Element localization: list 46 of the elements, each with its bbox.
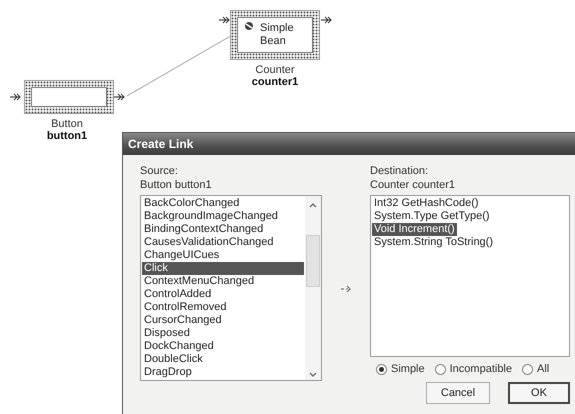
node-type-label: Counter — [255, 64, 295, 76]
node-name-label: button1 — [46, 130, 88, 142]
list-item[interactable]: ContextMenuChanged — [142, 275, 304, 288]
list-item[interactable]: BindingContextChanged — [142, 223, 304, 236]
list-item[interactable]: System.String ToString() — [372, 236, 496, 249]
list-item[interactable]: ChangeUICues — [142, 249, 304, 262]
filter-radio[interactable]: Incompatible — [434, 363, 512, 375]
list-item[interactable]: DragDrop — [142, 366, 304, 379]
list-item[interactable]: CursorChanged — [142, 314, 304, 327]
filter-radio[interactable]: Simple — [376, 363, 425, 375]
source-object-label: Button button1 — [140, 178, 213, 192]
list-item[interactable]: BackColorChanged — [142, 197, 304, 210]
dialog-button[interactable]: Cancel — [426, 382, 490, 404]
list-item[interactable]: DoubleClick — [142, 353, 304, 366]
list-item[interactable]: System.Type GetType() — [372, 210, 492, 223]
component-node[interactable]: Simple Bean — [230, 10, 320, 60]
list-item[interactable]: ControlRemoved — [142, 301, 304, 314]
destination-object-label: Counter counter1 — [370, 178, 456, 192]
list-item[interactable]: ControlAdded — [142, 288, 304, 301]
list-item[interactable]: BackgroundImageChanged — [142, 210, 304, 223]
arrow-icon — [341, 285, 351, 293]
list-box[interactable]: Int32 GetHashCode() System.Type GetType() Void Increment() System.String ToString() — [370, 195, 570, 357]
list-item[interactable]: DockChanged — [142, 340, 304, 353]
list-item[interactable]: Void Increment() — [372, 223, 457, 236]
destination-label: Destination: — [370, 164, 430, 178]
scroll-down-icon[interactable] — [309, 372, 317, 378]
list-box[interactable] — [140, 195, 322, 381]
component-node[interactable] — [24, 80, 114, 114]
input-port-icon[interactable] — [219, 16, 231, 24]
node-type-label: Button — [51, 118, 83, 130]
dialog-button[interactable]: OK — [508, 382, 570, 404]
list-item[interactable]: Disposed — [142, 327, 304, 340]
list-item[interactable]: CausesValidationChanged — [142, 236, 304, 249]
scroll-up-icon[interactable] — [309, 202, 317, 208]
node-name-label: counter1 — [252, 76, 298, 88]
dialog-title: Create Link — [123, 133, 575, 155]
filter-radio[interactable]: All — [522, 363, 550, 375]
input-port-icon[interactable] — [10, 93, 22, 101]
output-port-icon[interactable] — [321, 16, 333, 24]
node-body-text: Simple Bean — [260, 22, 295, 48]
source-label: Source: — [140, 164, 179, 178]
list-item[interactable]: Click — [142, 262, 304, 275]
scrollbar[interactable] — [305, 196, 321, 380]
output-port-icon[interactable] — [114, 93, 126, 101]
list-item[interactable]: Int32 GetHashCode() — [372, 197, 481, 210]
component-icon — [244, 21, 254, 31]
